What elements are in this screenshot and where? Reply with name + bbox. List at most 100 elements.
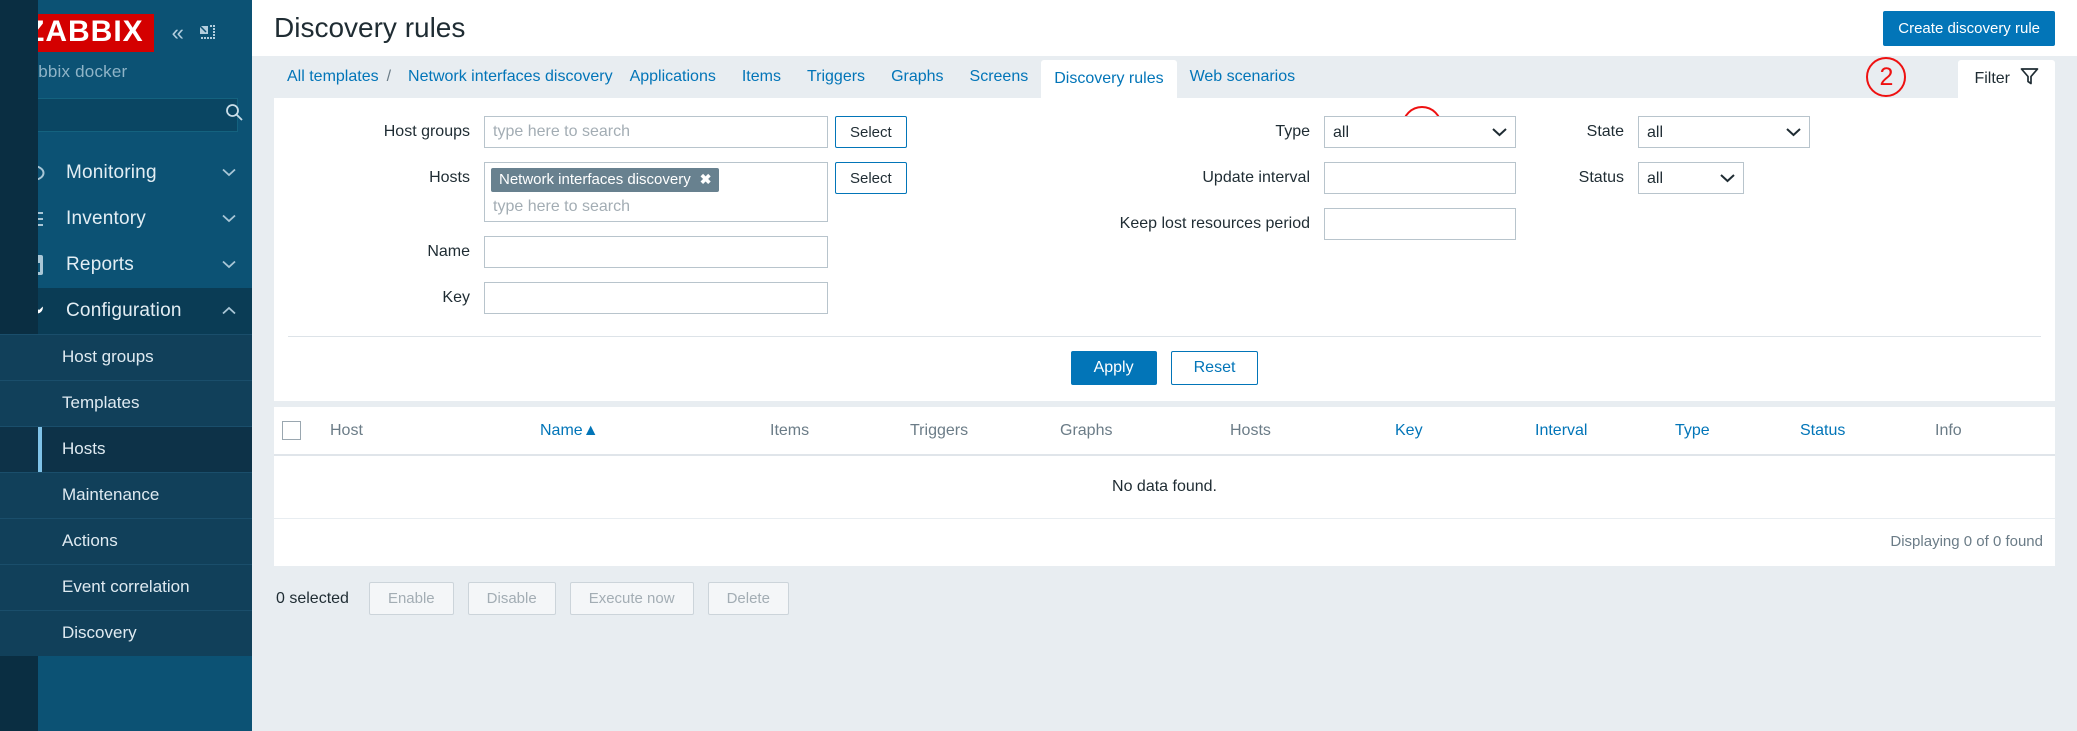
delete-button[interactable]: Delete: [707, 582, 789, 615]
create-discovery-rule-button[interactable]: Create discovery rule: [1883, 10, 2055, 46]
key-label: Key: [442, 289, 470, 306]
sidebar-item-discovery[interactable]: Discovery: [0, 609, 252, 656]
discovery-rules-table: Host Name▲ Items Triggers Graphs Hosts K…: [274, 407, 2055, 519]
name-label: Name: [427, 243, 470, 260]
page-header: Discovery rules Create discovery rule: [252, 0, 2077, 56]
column-graphs: Graphs: [1052, 407, 1222, 456]
column-triggers: Triggers: [902, 407, 1052, 456]
select-all-checkbox[interactable]: [282, 421, 301, 440]
key-input[interactable]: [484, 282, 828, 314]
funnel-icon: [2020, 67, 2039, 91]
table-body: No data found.: [274, 455, 2055, 519]
column-name-label: Name: [540, 421, 583, 439]
column-info: Info: [1927, 407, 2055, 456]
host-groups-select-button[interactable]: Select: [835, 116, 907, 148]
sidebar-item-label: Configuration: [66, 299, 182, 321]
sidebar: ZABBIX « Zabbix docker Monitoring Invent…: [0, 0, 252, 731]
chevron-down-icon: [222, 212, 236, 225]
host-groups-input[interactable]: [484, 116, 828, 148]
sidebar-header-icons: «: [172, 22, 216, 44]
filter-label: Filter: [1974, 70, 2010, 87]
column-name[interactable]: Name▲: [532, 407, 762, 456]
sidebar-item-label: Monitoring: [66, 161, 157, 183]
hosts-label: Hosts: [429, 169, 470, 186]
filter-row-keep-lost: Keep lost resources period: [994, 208, 1554, 240]
no-data-message: No data found.: [274, 455, 2055, 519]
search-icon[interactable]: [224, 102, 244, 127]
status-select-wrapper[interactable]: all: [1638, 162, 1744, 194]
filter-row-type: Type all: [994, 116, 1554, 148]
filter-row-state: State all: [1554, 116, 2055, 148]
sidebar-item-label: Actions: [62, 531, 118, 550]
app-root: ZABBIX « Zabbix docker Monitoring Invent…: [0, 0, 2077, 731]
chevron-down-icon: [222, 258, 236, 271]
sidebar-item-maintenance[interactable]: Maintenance: [0, 471, 252, 518]
status-select[interactable]: all: [1638, 162, 1744, 194]
tab-screens[interactable]: Screens: [957, 56, 1042, 98]
state-select-wrapper[interactable]: all: [1638, 116, 1810, 148]
sidebar-item-host-groups[interactable]: Host groups: [0, 333, 252, 380]
tab-applications[interactable]: Applications: [617, 56, 729, 98]
enable-button[interactable]: Enable: [368, 582, 454, 615]
sidebar-item-actions[interactable]: Actions: [0, 517, 252, 564]
keep-lost-resources-input[interactable]: [1324, 208, 1516, 240]
sidebar-item-label: Event correlation: [62, 577, 190, 596]
tab-web-scenarios[interactable]: Web scenarios: [1177, 56, 1309, 98]
search-input[interactable]: [25, 106, 224, 123]
sidebar-item-event-correlation[interactable]: Event correlation: [0, 563, 252, 610]
main-area: Discovery rules Create discovery rule Al…: [252, 0, 2077, 731]
type-select-wrapper[interactable]: all: [1324, 116, 1516, 148]
status-label: Status: [1578, 169, 1624, 186]
filter-grid: Host groups Select Hosts Network interfa…: [274, 116, 2055, 328]
filter-panel: 1 Host groups Select Hosts: [274, 98, 2055, 401]
column-status[interactable]: Status: [1792, 407, 1927, 456]
hosts-multiselect[interactable]: Network interfaces discovery ✖: [484, 162, 828, 222]
collapse-sidebar-icon[interactable]: [198, 24, 216, 42]
tab-discovery-rules[interactable]: Discovery rules: [1041, 60, 1177, 98]
update-interval-input[interactable]: [1324, 162, 1516, 194]
column-key[interactable]: Key: [1387, 407, 1527, 456]
execute-now-button[interactable]: Execute now: [569, 582, 694, 615]
breadcrumb-all-templates[interactable]: All templates: [274, 56, 383, 98]
tab-triggers[interactable]: Triggers: [794, 56, 878, 98]
hosts-input[interactable]: [491, 192, 821, 218]
hosts-select-button[interactable]: Select: [835, 162, 907, 194]
tab-items[interactable]: Items: [729, 56, 794, 98]
empty-row: No data found.: [274, 455, 2055, 519]
sidebar-item-hosts[interactable]: Hosts: [0, 425, 252, 472]
filter-row-key: Key: [274, 282, 994, 314]
tab-graphs[interactable]: Graphs: [878, 56, 956, 98]
sidebar-item-label: Discovery: [62, 623, 137, 642]
displaying-count: Displaying 0 of 0 found: [1890, 533, 2043, 550]
breadcrumb-current-template[interactable]: Network interfaces discovery: [395, 56, 617, 98]
hosts-chip[interactable]: Network interfaces discovery ✖: [491, 168, 720, 192]
column-items: Items: [762, 407, 902, 456]
tab-bar: All templates / Network interfaces disco…: [252, 56, 2077, 98]
type-select[interactable]: all: [1324, 116, 1516, 148]
keep-lost-resources-label: Keep lost resources period: [1119, 215, 1310, 232]
close-icon[interactable]: ✖: [700, 171, 712, 188]
column-type[interactable]: Type: [1667, 407, 1792, 456]
sidebar-item-label: Host groups: [62, 347, 154, 366]
filter-actions: Apply Reset: [288, 336, 2041, 401]
tab-bar-right: 2 Filter: [1866, 56, 2077, 98]
disable-button[interactable]: Disable: [467, 582, 556, 615]
column-interval[interactable]: Interval: [1527, 407, 1667, 456]
sidebar-nav: Monitoring Inventory Reports Configurati…: [0, 0, 252, 731]
sidebar-search[interactable]: [14, 97, 243, 132]
name-input[interactable]: [484, 236, 828, 268]
selected-count: 0 selected: [276, 589, 349, 607]
reset-button[interactable]: Reset: [1170, 351, 1259, 385]
chevron-double-left-icon[interactable]: «: [172, 22, 184, 44]
filter-column-right: State all Status all: [1554, 116, 2055, 328]
table-header-row: Host Name▲ Items Triggers Graphs Hosts K…: [274, 407, 2055, 456]
sidebar-item-templates[interactable]: Templates: [0, 379, 252, 426]
state-select[interactable]: all: [1638, 116, 1810, 148]
sidebar-item-label: Templates: [62, 393, 140, 412]
filter-toggle-button[interactable]: Filter: [1958, 60, 2055, 98]
bulk-action-bar: 0 selected Enable Disable Execute now De…: [274, 566, 2055, 615]
state-label: State: [1586, 123, 1624, 140]
sidebar-subnav-configuration: Host groups Templates Hosts Maintenance …: [0, 0, 252, 731]
apply-button[interactable]: Apply: [1070, 351, 1157, 385]
page-title: Discovery rules: [274, 12, 466, 43]
